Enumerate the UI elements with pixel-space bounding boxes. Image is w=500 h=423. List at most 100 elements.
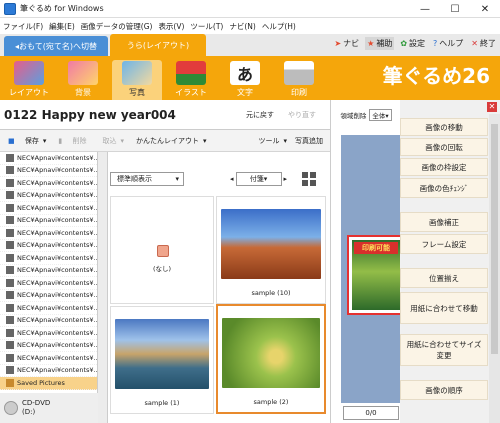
minimize-button[interactable]: — bbox=[410, 0, 440, 18]
sort-dropdown[interactable]: 標準順表示 ▾ bbox=[110, 172, 184, 186]
redo-button[interactable]: やり直す bbox=[288, 110, 316, 120]
menu-view[interactable]: 表示(V) bbox=[155, 21, 187, 32]
image-frame-button[interactable]: 画像の枠設定 bbox=[400, 158, 488, 176]
tool-text[interactable]: あ 文字 bbox=[220, 60, 270, 100]
left-scrollbar[interactable] bbox=[98, 152, 108, 423]
card-page[interactable]: 印刷可能 bbox=[347, 235, 405, 315]
pointer-icon: ➤ bbox=[334, 39, 342, 48]
folder-item[interactable]: NEC¥Apnavi¥contents¥... bbox=[0, 302, 97, 315]
file-icon bbox=[6, 228, 14, 237]
photo-cell[interactable]: sample (1) bbox=[110, 306, 214, 414]
file-icon bbox=[6, 216, 14, 225]
close-window-button[interactable]: ✕ bbox=[470, 0, 500, 18]
tool-print[interactable]: 印刷 bbox=[274, 60, 324, 100]
photo-thumbnail bbox=[115, 319, 209, 389]
folder-item[interactable]: NEC¥Apnavi¥contents¥... bbox=[0, 315, 97, 327]
folder-item[interactable]: NEC¥Apnavi¥contents¥... bbox=[0, 227, 97, 240]
save-button[interactable]: ■ 保存 ▾ bbox=[0, 136, 50, 146]
tab-front-side[interactable]: ◂ おもて(宛て名)へ切替 bbox=[4, 36, 108, 56]
menu-help[interactable]: ヘルプ(H) bbox=[259, 21, 299, 32]
rotate-image-button[interactable]: 画像の回転 bbox=[400, 138, 488, 156]
image-order-button[interactable]: 画像の順序 bbox=[400, 380, 488, 400]
photo-browser: 標準順表示 ▾ ◂ 付箋 ▾ ▸ (なし) sample (10) sample (… bbox=[108, 152, 330, 423]
image-correction-button[interactable]: 画像補正 bbox=[400, 212, 488, 232]
folder-item[interactable]: NEC¥Apnavi¥contents¥... bbox=[0, 165, 97, 177]
document-header: 0122 Happy new year004 元に戻す やり直す bbox=[0, 100, 330, 130]
zoom-dropdown[interactable]: 全体▾ bbox=[369, 109, 392, 121]
menu-file[interactable]: ファイル(F) bbox=[0, 21, 46, 32]
align-button[interactable]: 位置揃え bbox=[400, 268, 488, 288]
menu-tools[interactable]: ツール(T) bbox=[187, 21, 226, 32]
watermelon-icon bbox=[176, 61, 206, 85]
folder-item[interactable]: NEC¥Apnavi¥contents¥... bbox=[0, 190, 97, 202]
close-icon: ✕ bbox=[471, 39, 478, 48]
menu-image-data[interactable]: 画像データの管理(G) bbox=[78, 21, 156, 32]
photo-icon bbox=[122, 61, 152, 85]
fit-move-button[interactable]: 用紙に合わせて移動 bbox=[400, 292, 488, 324]
folder-item-selected[interactable]: Saved Pictures bbox=[0, 377, 97, 390]
tool-background[interactable]: 背景 bbox=[58, 60, 108, 100]
prev-arrow-icon[interactable]: ◂ bbox=[230, 175, 234, 183]
file-icon bbox=[6, 166, 14, 175]
photo-cell[interactable]: sample (10) bbox=[216, 196, 326, 304]
next-arrow-icon[interactable]: ▸ bbox=[284, 175, 288, 183]
exit-button[interactable]: ✕ 終了 bbox=[469, 37, 498, 50]
close-icon[interactable]: ✕ bbox=[487, 102, 497, 112]
tool-photo[interactable]: 写真 bbox=[112, 60, 162, 100]
folder-item[interactable]: NEC¥Apnavi¥contents¥... bbox=[0, 215, 97, 227]
folder-item[interactable]: NEC¥Apnavi¥contents¥... bbox=[0, 277, 97, 290]
folder-item[interactable]: NEC¥Apnavi¥contents¥... bbox=[0, 202, 97, 215]
folder-item[interactable]: NEC¥Apnavi¥contents¥... bbox=[0, 352, 97, 365]
photo-cell-selected[interactable]: sample (2) bbox=[216, 304, 326, 414]
assist-button[interactable]: ★ 補助 bbox=[365, 37, 395, 50]
tool-layout[interactable]: レイアウト bbox=[4, 60, 54, 100]
folder-item[interactable]: NEC¥Apnavi¥contents¥... bbox=[0, 177, 97, 190]
tab-back-side[interactable]: うら(レイアウト) bbox=[110, 34, 206, 56]
file-icon bbox=[6, 291, 14, 300]
help-button[interactable]: ? ヘルプ bbox=[431, 37, 465, 50]
tools-dropdown[interactable]: ツール ▾ bbox=[251, 136, 292, 146]
folder-item[interactable]: NEC¥Apnavi¥contents¥... bbox=[0, 290, 97, 302]
folder-item[interactable]: NEC¥Apnavi¥contents¥... bbox=[0, 365, 97, 377]
undo-button[interactable]: 元に戻す bbox=[246, 110, 274, 120]
file-icon bbox=[6, 153, 14, 162]
folder-item[interactable]: NEC¥Apnavi¥contents¥... bbox=[0, 327, 97, 340]
menu-navi[interactable]: ナビ(N) bbox=[226, 21, 258, 32]
delete-button[interactable]: ▮ 削除 bbox=[50, 136, 94, 146]
printer-icon bbox=[284, 61, 314, 85]
menu-edit[interactable]: 編集(E) bbox=[46, 21, 78, 32]
delete-area-button[interactable]: 領域削除 bbox=[340, 110, 366, 120]
disc-icon bbox=[4, 401, 18, 415]
photo-thumbnail bbox=[221, 209, 321, 279]
scroll-thumb[interactable] bbox=[491, 124, 498, 354]
settings-button[interactable]: ✿ 設定 bbox=[398, 37, 427, 50]
canvas-workspace[interactable]: 印刷可能 bbox=[341, 135, 405, 403]
photo-cell[interactable]: (なし) bbox=[110, 196, 214, 304]
image-tools-panel: ✕ 画像の移動 画像の回転 画像の枠設定 画像の色ﾁｪﾝｼﾞ 画像補正 フレーム… bbox=[400, 100, 500, 423]
image-color-change-button[interactable]: 画像の色ﾁｪﾝｼﾞ bbox=[400, 178, 488, 198]
navi-button[interactable]: ➤ ナビ bbox=[332, 37, 361, 50]
fit-resize-button[interactable]: 用紙に合わせてサイズ変更 bbox=[400, 334, 488, 366]
folder-item[interactable]: NEC¥Apnavi¥contents¥... bbox=[0, 265, 97, 277]
move-image-button[interactable]: 画像の移動 bbox=[400, 118, 488, 136]
folder-item[interactable]: NEC¥Apnavi¥contents¥... bbox=[0, 152, 97, 165]
folder-item[interactable]: NEC¥Apnavi¥contents¥... bbox=[0, 240, 97, 252]
main-toolbar: レイアウト 背景 写真 イラスト あ 文字 印刷 筆ぐるめ26 bbox=[0, 56, 500, 100]
tool-illustration[interactable]: イラスト bbox=[166, 60, 216, 100]
tag-dropdown[interactable]: 付箋 ▾ bbox=[235, 172, 282, 186]
easy-layout-button[interactable]: かんたんレイアウト ▾ bbox=[128, 136, 211, 146]
add-photo-button[interactable]: 写真追加 bbox=[291, 136, 327, 146]
maximize-button[interactable]: ☐ bbox=[440, 0, 470, 18]
drive-item[interactable]: CD-DVD (D:) bbox=[0, 393, 98, 423]
right-scrollbar[interactable] bbox=[489, 114, 500, 423]
grid-view-icon[interactable] bbox=[302, 172, 316, 186]
folder-icon bbox=[6, 378, 14, 387]
folder-item[interactable]: NEC¥Apnavi¥contents¥... bbox=[0, 252, 97, 265]
import-button[interactable]: 取込 ▾ bbox=[94, 136, 128, 146]
side-tabs: ◂ おもて(宛て名)へ切替 うら(レイアウト) ➤ ナビ ★ 補助 ✿ 設定 ? ヘルプ… bbox=[0, 34, 500, 56]
folder-item[interactable]: NEC¥Apnavi¥contents¥... bbox=[0, 340, 97, 352]
window-title: 筆ぐるめ for Windows bbox=[20, 4, 104, 13]
frame-settings-button[interactable]: フレーム設定 bbox=[400, 234, 488, 254]
page-indicator[interactable]: 0/0 bbox=[343, 406, 399, 420]
layout-icon bbox=[14, 61, 44, 85]
